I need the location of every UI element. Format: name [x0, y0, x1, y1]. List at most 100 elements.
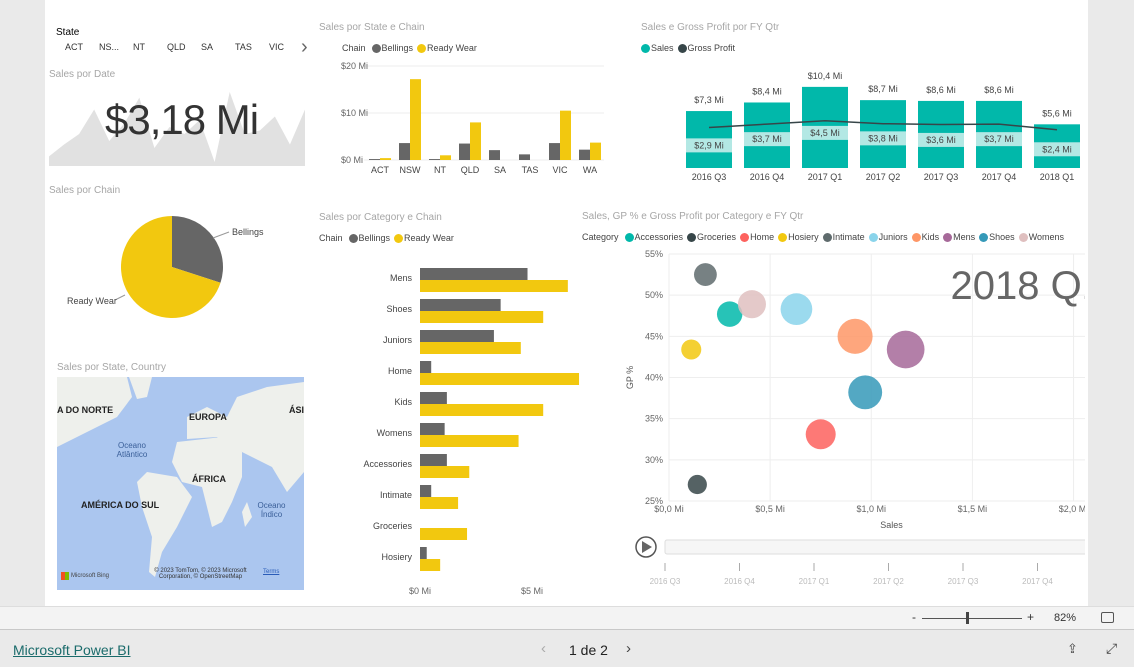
fullscreen-icon[interactable]: ⤢	[1106, 640, 1117, 657]
x-tick-label: $5 Mi	[521, 586, 543, 596]
map-terms-link[interactable]: Terms	[263, 569, 279, 575]
legend-label: Groceries	[697, 232, 737, 242]
fit-to-page-icon[interactable]	[1101, 612, 1114, 623]
x-tick-label: WA	[583, 165, 597, 175]
pie-leader	[212, 231, 230, 239]
legend-label: Juniors	[878, 232, 908, 242]
legend-title: Chain	[342, 43, 366, 53]
x-tick-label: SA	[494, 165, 506, 175]
x-tick-label: 2017 Q3	[924, 172, 959, 182]
x-tick-label: TAS	[522, 165, 539, 175]
bar-shoes-bellings	[420, 299, 501, 311]
legend-item-ready-wear: Ready Wear	[394, 233, 454, 243]
x-tick-label: 2017 Q2	[866, 172, 901, 182]
y-tick-label: $10 Mi	[341, 108, 368, 118]
y-tick-label: $20 Mi	[341, 61, 368, 71]
legend-title: Chain	[319, 233, 343, 243]
pie-label-bellings: Bellings	[232, 227, 264, 237]
map[interactable]: A DO NORTE EUROPA ÁSI Oceano Atlântico Á…	[57, 377, 304, 590]
bar-NT-bellings	[429, 159, 440, 160]
slicer-next-icon[interactable]: ›	[301, 36, 308, 59]
bar-womens-bellings	[420, 423, 445, 435]
zoom-slider-thumb[interactable]	[966, 612, 969, 624]
y-tick-label: Groceries	[373, 521, 413, 531]
zoom-slider[interactable]	[922, 618, 1022, 619]
play-axis-label: 2017 Q3	[948, 577, 979, 586]
legend-label: Ready Wear	[427, 43, 477, 53]
legend-item-hosiery: Hosiery	[778, 232, 819, 242]
bar-intimate-ready-wear	[420, 497, 459, 509]
share-icon[interactable]: ⇪	[1067, 641, 1078, 657]
y-axis-title: GP %	[625, 366, 635, 389]
bar-mens-ready-wear	[420, 280, 568, 292]
footer: Microsoft Power BI ‹ 1 de 2 › ⇪ ⤢	[0, 631, 1134, 667]
legend-item-gross-profit: Gross Profit	[677, 43, 735, 53]
play-axis-label: 2017 Q1	[799, 577, 830, 586]
x-tick-label: $2,0 Mi	[1059, 504, 1085, 514]
map-label-europe: EUROPA	[189, 412, 227, 422]
slicer-item-vic[interactable]: VIC	[269, 42, 284, 52]
qtr-chart-legend: Sales Gross Profit	[641, 43, 735, 53]
sales-data-label: $8,4 Mi	[752, 86, 782, 96]
slicer-item-nt[interactable]: NT	[133, 42, 145, 52]
power-bi-link[interactable]: Microsoft Power BI	[13, 642, 130, 658]
bubble-groceries	[687, 474, 707, 495]
bar-groceries-ready-wear	[420, 528, 468, 540]
x-tick-label: QLD	[461, 165, 480, 175]
bar-kids-ready-wear	[420, 404, 544, 416]
play-axis-label: 2017 Q2	[873, 577, 904, 586]
x-tick-label: NSW	[400, 165, 422, 175]
slicer-item-act[interactable]: ACT	[65, 42, 83, 52]
bar-VIC-bellings	[549, 143, 560, 160]
x-tick-label: ACT	[371, 165, 390, 175]
bar-accessories-bellings	[420, 454, 447, 466]
legend-item-juniors: Juniors	[868, 232, 908, 242]
category-chart: Mens Shoes Juniors Home Kids Womens Accessorie…	[363, 268, 580, 596]
slicer-item-sa[interactable]: SA	[201, 42, 213, 52]
y-tick-label: Kids	[394, 397, 412, 407]
qtr-chart-title: Sales e Gross Profit por FY Qtr	[641, 22, 780, 33]
legend-label: Accessories	[634, 232, 684, 242]
map-label-north-america: A DO NORTE	[57, 405, 114, 415]
zoom-in-button[interactable]: +	[1027, 610, 1034, 624]
bar-NSW-ready-wear	[410, 79, 421, 160]
zoom-out-button[interactable]: -	[912, 610, 916, 624]
next-page-icon[interactable]: ›	[626, 640, 631, 657]
prev-page-icon[interactable]: ‹	[541, 640, 546, 657]
legend-item-shoes: Shoes	[979, 232, 1015, 242]
state-chart-title: Sales por State e Chain	[319, 22, 425, 33]
scatter-chart: 25%30%35%40%45%50%55%$0,0 Mi $0,5 Mi $1,0 …	[625, 249, 1085, 586]
sales-data-label: $8,7 Mi	[868, 84, 898, 94]
map-attribution: © 2023 TomTom, © 2023 Microsoft Corporat…	[154, 568, 247, 580]
kpi-title: Sales por Date	[49, 69, 116, 80]
zoom-bar: - + 82%	[0, 606, 1134, 630]
play-axis-track[interactable]	[664, 539, 1085, 555]
bar-QLD-ready-wear	[470, 122, 481, 160]
bar-home-ready-wear	[420, 373, 580, 385]
legend-item-home: Home	[740, 232, 774, 242]
bubble-intimate	[694, 263, 717, 286]
bar-accessories-ready-wear	[420, 466, 470, 478]
slicer-item-tas[interactable]: TAS	[235, 42, 252, 52]
bubble-home	[805, 419, 836, 450]
page-indicator: 1 de 2	[569, 642, 608, 658]
bar-hosiery-ready-wear	[420, 559, 441, 571]
play-axis-label: 2016 Q4	[724, 577, 755, 586]
kids-dot-icon	[911, 232, 921, 242]
bar-shoes-ready-wear	[420, 311, 544, 323]
sales-data-label: $8,6 Mi	[984, 85, 1014, 95]
bar-ACT-ready-wear	[380, 158, 391, 160]
slicer-title: State	[56, 27, 80, 38]
bar-intimate-bellings	[420, 485, 432, 497]
y-tick-label: Intimate	[380, 490, 412, 500]
slicer-item-qld[interactable]: QLD	[167, 42, 186, 52]
slicer-item-ns[interactable]: NS...	[99, 42, 119, 52]
bar-home-bellings	[420, 361, 432, 373]
x-tick-label: $1,0 Mi	[857, 504, 887, 514]
bar-WA-bellings	[579, 149, 590, 160]
y-tick-label: Mens	[390, 273, 413, 283]
bubble-kids	[837, 318, 873, 354]
x-tick-label: 2016 Q3	[692, 172, 727, 182]
y-tick-label: 40%	[645, 373, 663, 383]
accessories-dot-icon	[624, 232, 634, 242]
